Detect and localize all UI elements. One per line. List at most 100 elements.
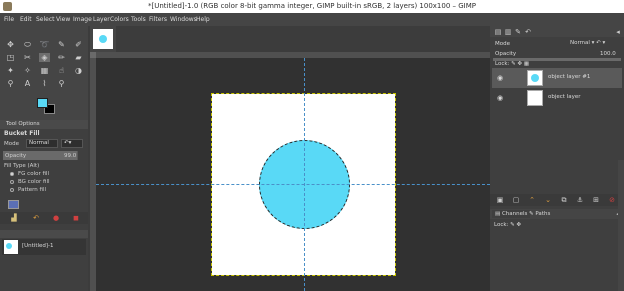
mode-dropdown[interactable]: Normal (26, 139, 58, 148)
move-tool-icon[interactable]: ✥ (5, 40, 16, 49)
image-list-name: [Untitled]-1 (22, 243, 54, 249)
layer-lock-label: Lock: (495, 61, 510, 67)
free-select-icon[interactable]: ➰ (39, 40, 50, 49)
channels-lock-position-icon[interactable]: ✥ (517, 222, 522, 228)
smudge-icon[interactable]: ☝ (56, 66, 67, 75)
reset-options-icon[interactable]: ◼ (72, 214, 80, 222)
images-panel: [Untitled]-1 (0, 230, 88, 291)
crop-icon[interactable]: ✂ (22, 53, 33, 62)
paintbrush-icon[interactable]: ✎ (56, 40, 67, 49)
zoom-icon[interactable]: ⚲ (56, 79, 67, 88)
horizontal-guide[interactable] (96, 184, 490, 185)
tab-paths[interactable]: ✎ Paths (526, 210, 553, 218)
pattern-fill-radio[interactable] (10, 188, 14, 192)
delete-options-icon[interactable]: ● (52, 214, 60, 222)
menu-tools[interactable]: Tools (131, 16, 146, 23)
tool-options-tab-label: Tool Options (6, 121, 40, 127)
duplicate-layer-icon[interactable]: ⧉ (560, 196, 568, 204)
delete-layer-icon[interactable]: ⊘ (608, 196, 616, 204)
rect-select-icon[interactable]: ⬭ (22, 40, 33, 49)
restore-options-icon[interactable]: ↶ (32, 214, 40, 222)
image-list-item[interactable]: [Untitled]-1 (2, 239, 86, 255)
window-edge-scrollbar[interactable] (618, 160, 624, 291)
tool-options-tab[interactable]: Tool Options (0, 120, 88, 129)
layer-mode-label: Mode (495, 41, 510, 47)
menu-help[interactable]: Help (196, 16, 210, 23)
layer-thumbnail (527, 70, 543, 86)
channels-tab-icon: ▤ (495, 211, 502, 217)
channels-lock-label: Lock: (494, 222, 509, 228)
layer-visibility-eye-icon[interactable]: ◉ (497, 94, 505, 102)
images-panel-tab[interactable] (0, 230, 88, 238)
merge-layer-icon[interactable]: ⊞ (592, 196, 600, 204)
menu-view[interactable]: View (56, 16, 70, 23)
fuzzy-select-icon[interactable]: ✧ (22, 66, 33, 75)
lock-pixels-icon[interactable]: ✎ (511, 61, 516, 67)
menu-edit[interactable]: Edit (20, 16, 32, 23)
layer-lock-row: Lock: ✎ ✥ ▦ (495, 61, 529, 67)
mode-reset-button[interactable]: ↶▾ (61, 139, 83, 148)
fg-fill-label: FG color fill (18, 171, 49, 177)
paths-tab-icon[interactable]: ✎ (514, 28, 522, 36)
menu-filters[interactable]: Filters (149, 16, 167, 23)
layers-dock: ▤ ▥ ✎ ↶ ◂ Mode Normal ▾ ↶ ▾ Opacity 100.… (490, 26, 624, 291)
layer-row[interactable]: ◉ object layer (492, 88, 622, 108)
menu-colors[interactable]: Colors (110, 16, 129, 23)
fg-fill-radio[interactable] (10, 172, 14, 176)
lock-position-icon[interactable]: ✥ (518, 61, 523, 67)
clone-icon[interactable]: ✐ (73, 40, 84, 49)
layer-visibility-eye-icon[interactable]: ◉ (497, 74, 505, 82)
layer-mode-dropdown[interactable]: Normal ▾ ↶ ▾ (570, 39, 620, 48)
channels-paths-tabs: ▤ Channels ✎ Paths ◂ (490, 209, 624, 219)
tab-channels[interactable]: ▤ Channels (492, 210, 531, 218)
horizontal-ruler[interactable] (96, 52, 490, 58)
dodge-icon[interactable]: ◑ (73, 66, 84, 75)
menu-layer[interactable]: Layer (93, 16, 110, 23)
image-thumbnail-circle (99, 35, 107, 43)
foreground-color-swatch[interactable] (37, 98, 48, 108)
bucket-fill-icon[interactable]: ◈ (39, 53, 50, 62)
fg-bg-colors[interactable] (37, 98, 57, 116)
menu-bar: File Edit Select View Image Layer Colors… (0, 13, 624, 26)
text-icon[interactable]: A (22, 79, 33, 88)
menu-image[interactable]: Image (73, 16, 92, 23)
channels-lock-pixels-icon[interactable]: ✎ (510, 222, 515, 228)
transform-icon[interactable]: ◳ (5, 53, 16, 62)
lock-alpha-icon[interactable]: ▦ (524, 61, 529, 67)
channels-tab-icon[interactable]: ▥ (504, 28, 512, 36)
eraser-icon[interactable]: ▰ (73, 53, 84, 62)
warp-icon[interactable]: ✦ (5, 66, 16, 75)
pencil-icon[interactable]: ✏ (56, 53, 67, 62)
image-tab[interactable] (90, 26, 116, 52)
anchor-layer-icon[interactable]: ⚓ (576, 196, 584, 204)
gradient-icon[interactable]: ▦ (39, 66, 50, 75)
pattern-swatch[interactable] (8, 200, 19, 209)
layer-name: object layer #1 (548, 74, 591, 80)
tool-options-footer: ▟ ↶ ● ◼ (0, 212, 88, 224)
mode-label: Mode (4, 141, 19, 147)
layer-name: object layer (548, 94, 581, 100)
dock-menu-icon[interactable]: ◂ (614, 28, 622, 36)
raise-layer-icon[interactable]: ⌃ (528, 196, 536, 204)
title-bar: *[Untitled]-1.0 (RGB color 8-bit gamma i… (0, 0, 624, 13)
vertical-ruler[interactable] (90, 58, 96, 291)
new-layer-icon[interactable]: ▣ (496, 196, 504, 204)
color-picker-icon[interactable]: ⚲ (5, 79, 16, 88)
menu-windows[interactable]: Windows (170, 16, 197, 23)
tab-channels-label: Channels (501, 211, 528, 217)
undo-history-icon[interactable]: ↶ (524, 28, 532, 36)
tool-name: Bucket Fill (4, 130, 40, 137)
lower-layer-icon[interactable]: ⌄ (544, 196, 552, 204)
menu-select[interactable]: Select (36, 16, 55, 23)
path-icon[interactable]: ⌇ (39, 79, 50, 88)
fill-type-label: Fill Type (Alt) (4, 163, 40, 169)
new-group-icon[interactable]: ▢ (512, 196, 520, 204)
save-options-icon[interactable]: ▟ (10, 214, 18, 222)
menu-file[interactable]: File (4, 16, 14, 23)
layer-row[interactable]: ◉ object layer #1 (492, 68, 622, 88)
bg-fill-radio[interactable] (10, 180, 14, 184)
tool-options-panel: Tool Options Bucket Fill Mode Normal ↶▾ … (0, 120, 88, 230)
layer-mode-chevron-icon: ▾ ↶ ▾ (591, 40, 606, 46)
vertical-guide[interactable] (304, 58, 305, 291)
layers-tab-icon[interactable]: ▤ (494, 28, 502, 36)
